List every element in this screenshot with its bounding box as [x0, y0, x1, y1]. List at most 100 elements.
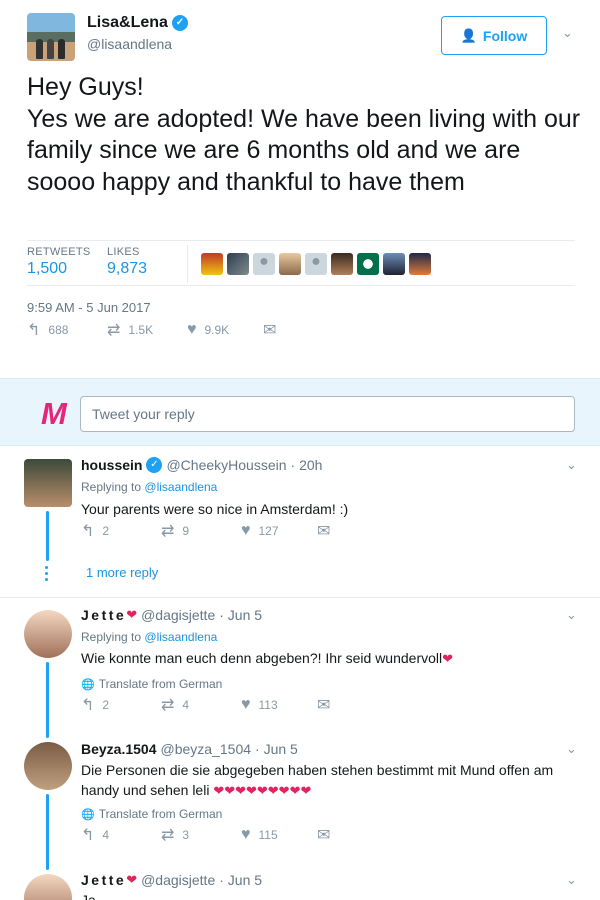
chevron-down-icon[interactable]: ⌄	[566, 607, 577, 623]
reply-text: Your parents were so nice in Amsterdam! …	[81, 501, 349, 517]
heart-emoji: ❤	[442, 651, 454, 666]
like-count: 9.9K	[204, 323, 230, 337]
reply-action[interactable]: ↰ 4	[81, 825, 109, 845]
author-name[interactable]: Lisa&Lena	[87, 14, 168, 32]
reply-avatar[interactable]	[24, 459, 72, 507]
reply-count: 4	[102, 828, 110, 842]
chevron-down-icon[interactable]: ⌄	[566, 872, 577, 888]
replying-to-handle[interactable]: @lisaandlena	[144, 480, 217, 494]
globe-icon: 🌐	[81, 808, 95, 821]
hearts-emoji: ❤❤❤❤❤❤❤❤❤	[213, 783, 312, 798]
chevron-down-icon[interactable]: ⌄	[566, 457, 577, 473]
message-action[interactable]: ✉	[263, 320, 284, 340]
translate-link[interactable]: 🌐 Translate from German	[81, 677, 222, 691]
reply-text: Die Personen die sie abgegeben haben ste…	[81, 762, 554, 798]
follow-button[interactable]: 👤 Follow	[441, 16, 547, 55]
heart-emoji: ❤	[126, 872, 138, 887]
liker-avatar[interactable]	[279, 253, 301, 275]
reply-time[interactable]: · Jun 5	[219, 607, 262, 623]
thread-line	[46, 511, 49, 561]
liker-avatar[interactable]	[383, 253, 405, 275]
more-replies-link[interactable]: 1 more reply	[86, 565, 158, 580]
reply-name[interactable]: Jette	[81, 607, 126, 623]
liker-avatar[interactable]	[201, 253, 223, 275]
thread-line	[46, 794, 49, 870]
message-action[interactable]: ✉	[317, 695, 338, 715]
tweet-timestamp[interactable]: 9:59 AM - 5 Jun 2017	[27, 300, 151, 315]
translate-link[interactable]: 🌐 Translate from German	[81, 807, 222, 821]
liker-avatar[interactable]	[409, 253, 431, 275]
retweet-icon: ⇄	[161, 697, 175, 714]
likes-stat[interactable]: LIKES 9,873	[107, 246, 147, 278]
like-action[interactable]: ♥ 113	[241, 696, 278, 714]
reply-composer: M Tweet your reply	[0, 378, 600, 446]
message-action[interactable]: ✉	[317, 825, 338, 845]
thread-line	[46, 662, 49, 738]
reply-action[interactable]: ↰ 688	[27, 320, 68, 340]
retweet-icon: ⇄	[161, 827, 175, 844]
retweet-action[interactable]: ⇄ 1.5K	[107, 320, 153, 340]
author-avatar[interactable]	[27, 13, 75, 61]
author-name-row[interactable]: Lisa&Lena ✓	[87, 14, 188, 32]
reply-handle[interactable]: @beyza_1504	[161, 741, 252, 757]
retweets-stat[interactable]: RETWEETS 1,500	[27, 246, 91, 278]
reply-avatar[interactable]	[24, 874, 72, 900]
direct-message-icon: ✉	[317, 697, 331, 714]
chevron-down-icon[interactable]: ⌄	[562, 25, 573, 41]
like-count: 127	[258, 524, 279, 538]
direct-message-icon: ✉	[317, 523, 331, 540]
retweet-action[interactable]: ⇄ 4	[161, 695, 189, 715]
liker-avatar[interactable]	[227, 253, 249, 275]
translate-label: Translate from German	[98, 807, 223, 821]
reply-time[interactable]: · 20h	[291, 457, 323, 473]
liker-avatar[interactable]	[331, 253, 353, 275]
reply-tweet: houssein ✓ @CheekyHoussein · 20h ⌄ Reply…	[0, 447, 600, 597]
reply-action[interactable]: ↰ 2	[81, 521, 109, 541]
reply-name[interactable]: Beyza.1504	[81, 741, 157, 757]
tweet-text: Hey Guys! Yes we are adopted! We have be…	[27, 73, 581, 196]
reply-icon: ↰	[81, 827, 95, 844]
reply-avatar[interactable]	[24, 610, 72, 658]
replying-prefix: Replying to	[81, 480, 142, 494]
liker-avatar[interactable]	[357, 253, 379, 275]
reply-icon: ↰	[27, 322, 41, 339]
thread-dots	[45, 566, 49, 584]
reply-avatar[interactable]	[24, 742, 72, 790]
heart-icon: ♥	[241, 696, 251, 713]
author-handle[interactable]: @lisaandlena	[87, 36, 172, 52]
like-action[interactable]: ♥ 9.9K	[187, 321, 229, 339]
reply-handle[interactable]: @CheekyHoussein	[166, 457, 286, 473]
follow-label: Follow	[482, 27, 528, 44]
like-action[interactable]: ♥ 127	[241, 522, 279, 540]
reply-text: Wie konnte man euch denn abgeben?! Ihr s…	[81, 650, 443, 666]
likes-label: LIKES	[107, 246, 140, 258]
reply-input[interactable]: Tweet your reply	[80, 396, 575, 432]
reply-header: houssein ✓ @CheekyHoussein · 20h	[81, 457, 322, 473]
reply-icon: ↰	[81, 697, 95, 714]
reply-time[interactable]: · Jun 5	[255, 741, 298, 757]
reply-handle[interactable]: @dagisjette	[141, 872, 215, 888]
heart-icon: ♥	[241, 522, 251, 539]
message-action[interactable]: ✉	[317, 521, 338, 541]
reply-tweet: Beyza.1504 @beyza_1504 · Jun 5 ⌄ Die Per…	[0, 738, 600, 870]
reply-handle[interactable]: @dagisjette	[141, 607, 215, 623]
direct-message-icon: ✉	[317, 827, 331, 844]
reply-name[interactable]: houssein	[81, 457, 142, 473]
reply-name[interactable]: Jette	[81, 872, 126, 888]
heart-emoji: ❤	[126, 607, 138, 622]
liker-avatar[interactable]: ●	[305, 253, 327, 275]
reply-text-row: Die Personen die sie abgegeben haben ste…	[81, 760, 561, 801]
reply-count: 2	[102, 524, 110, 538]
reply-action[interactable]: ↰ 2	[81, 695, 109, 715]
chevron-down-icon[interactable]: ⌄	[566, 741, 577, 757]
reply-header: Jette ❤ @dagisjette · Jun 5	[81, 872, 262, 888]
like-action[interactable]: ♥ 115	[241, 826, 278, 844]
reply-time[interactable]: · Jun 5	[219, 872, 262, 888]
retweet-action[interactable]: ⇄ 3	[161, 825, 189, 845]
liker-avatar[interactable]: ●	[253, 253, 275, 275]
retweet-count: 4	[182, 698, 190, 712]
replying-to-handle[interactable]: @lisaandlena	[144, 630, 217, 644]
reply-tweet: Jette ❤ @dagisjette · Jun 5 ⌄ Ja	[0, 870, 600, 900]
user-avatar-m-logo: M	[41, 396, 67, 431]
retweet-action[interactable]: ⇄ 9	[161, 521, 189, 541]
